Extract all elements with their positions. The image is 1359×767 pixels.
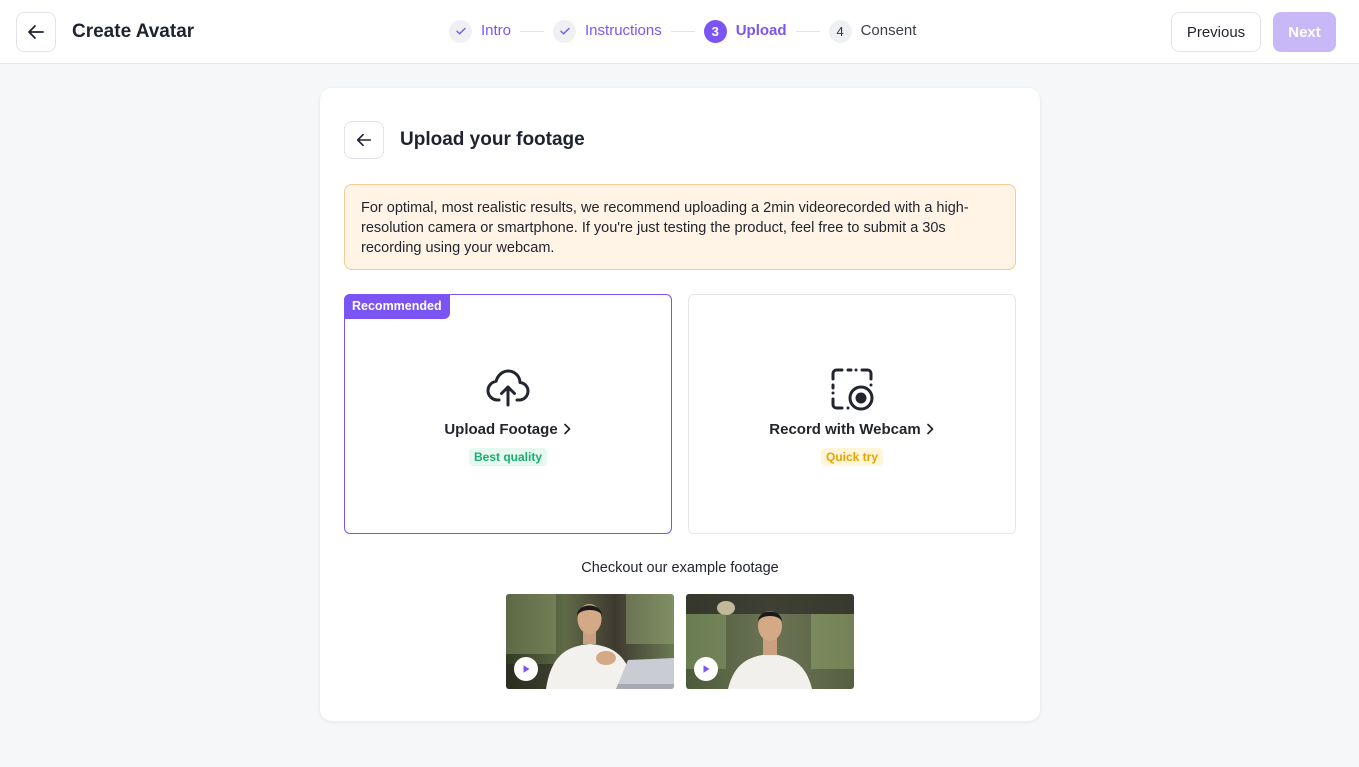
step-label: Intro bbox=[481, 22, 512, 39]
quick-try-tag: Quick try bbox=[820, 448, 884, 466]
next-button[interactable]: Next bbox=[1273, 12, 1336, 52]
recommended-badge: Recommended bbox=[344, 294, 450, 319]
step-label: Instructions bbox=[585, 22, 662, 39]
webcam-record-icon bbox=[831, 368, 874, 411]
play-icon bbox=[703, 665, 710, 673]
step-done-circle bbox=[553, 19, 577, 43]
top-bar: Create Avatar Intro Instructions 3 Uploa… bbox=[0, 0, 1359, 64]
upload-card: Upload your footage For optimal, most re… bbox=[320, 88, 1040, 721]
upload-footage-label: Upload Footage bbox=[345, 420, 671, 440]
step-done-circle bbox=[449, 19, 472, 43]
page-title: Create Avatar bbox=[72, 21, 195, 42]
step-connector bbox=[795, 30, 820, 32]
step-label: Upload bbox=[735, 22, 787, 39]
check-icon bbox=[455, 27, 466, 35]
example-video-thumbnail[interactable] bbox=[686, 594, 854, 689]
record-webcam-option[interactable]: Record with Webcam Quick try bbox=[688, 294, 1016, 534]
record-webcam-label: Record with Webcam bbox=[689, 420, 1015, 440]
recommendation-notice: For optimal, most realistic results, we … bbox=[344, 184, 1016, 270]
step-label: Consent bbox=[860, 22, 917, 39]
step-consent[interactable]: 4 Consent bbox=[828, 19, 917, 43]
step-number: 4 bbox=[828, 19, 852, 43]
chevron-right-icon bbox=[563, 423, 571, 435]
example-footage-title: Checkout our example footage bbox=[581, 560, 779, 576]
stepper: Intro Instructions 3 Upload 4 Consent bbox=[449, 19, 916, 43]
step-instructions[interactable]: Instructions bbox=[553, 19, 662, 43]
arrow-left-icon bbox=[356, 133, 372, 147]
header-back-button[interactable] bbox=[16, 12, 56, 52]
previous-button[interactable]: Previous bbox=[1171, 12, 1261, 52]
card-title: Upload your footage bbox=[400, 129, 585, 150]
cloud-upload-icon bbox=[486, 369, 530, 407]
step-connector bbox=[520, 30, 545, 32]
arrow-left-icon bbox=[28, 25, 44, 39]
check-icon bbox=[559, 27, 570, 35]
step-upload[interactable]: 3 Upload bbox=[703, 19, 787, 43]
play-button[interactable] bbox=[694, 657, 718, 681]
card-back-button[interactable] bbox=[344, 121, 384, 159]
best-quality-tag: Best quality bbox=[468, 448, 548, 466]
example-video-thumbnail[interactable] bbox=[506, 594, 674, 689]
step-connector bbox=[670, 30, 695, 32]
chevron-right-icon bbox=[926, 423, 934, 435]
step-number: 3 bbox=[703, 19, 727, 43]
option-title: Upload Footage bbox=[444, 421, 558, 438]
play-icon bbox=[523, 665, 530, 673]
play-button[interactable] bbox=[514, 657, 538, 681]
option-title: Record with Webcam bbox=[769, 421, 921, 438]
step-intro[interactable]: Intro bbox=[449, 19, 512, 43]
upload-footage-option[interactable]: Recommended Upload Footage Best quality bbox=[344, 294, 672, 534]
